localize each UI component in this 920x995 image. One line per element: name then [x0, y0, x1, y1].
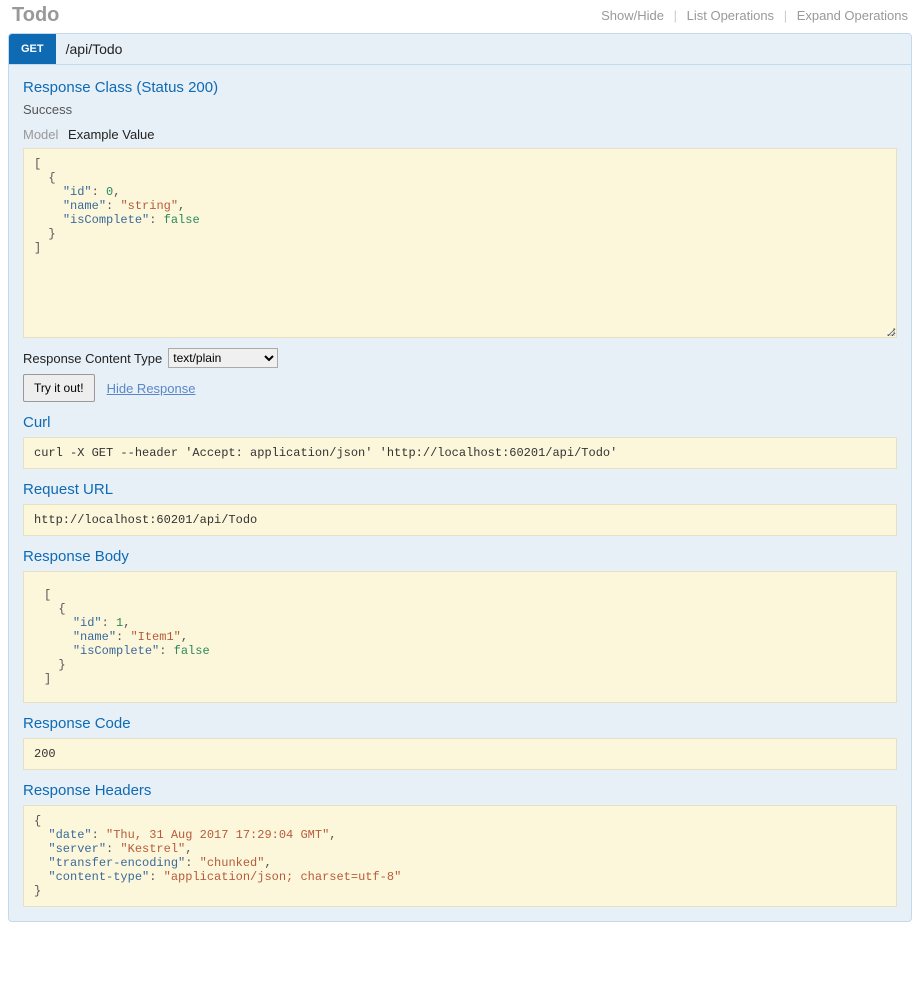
hide-response-link[interactable]: Hide Response	[107, 381, 196, 396]
api-header: Todo Show/Hide | List Operations | Expan…	[8, 0, 912, 33]
response-content-type-row: Response Content Type text/plainapplicat…	[23, 348, 897, 368]
separator: |	[672, 8, 679, 23]
response-body-box: [ { "id": 1, "name": "Item1", "isComplet…	[23, 571, 897, 703]
header-links: Show/Hide | List Operations | Expand Ope…	[597, 8, 912, 23]
request-url-box: http://localhost:60201/api/Todo	[23, 504, 897, 536]
try-actions-row: Try it out! Hide Response	[23, 374, 897, 402]
expand-operations-link[interactable]: Expand Operations	[793, 8, 912, 23]
example-value-box[interactable]: [ { "id": 0, "name": "string", "isComple…	[23, 148, 897, 338]
api-title[interactable]: Todo	[8, 4, 597, 27]
schema-tabs: Model Example Value	[23, 127, 897, 144]
http-method-badge: GET	[9, 34, 56, 64]
response-code-box: 200	[23, 738, 897, 770]
curl-box: curl -X GET --header 'Accept: applicatio…	[23, 437, 897, 469]
separator: |	[782, 8, 789, 23]
operation-path: /api/Todo	[56, 34, 911, 64]
response-code-heading: Response Code	[23, 715, 897, 732]
resize-handle-icon[interactable]	[885, 326, 895, 336]
response-class-heading: Response Class (Status 200)	[23, 79, 897, 96]
response-content-type-select[interactable]: text/plainapplication/jsontext/json	[168, 348, 278, 368]
response-headers-box: { "date": "Thu, 31 Aug 2017 17:29:04 GMT…	[23, 805, 897, 907]
try-it-out-button[interactable]: Try it out!	[23, 374, 95, 402]
show-hide-link[interactable]: Show/Hide	[597, 8, 668, 23]
operation-header[interactable]: GET /api/Todo	[9, 34, 911, 65]
operation-panel: GET /api/Todo Response Class (Status 200…	[8, 33, 912, 922]
curl-heading: Curl	[23, 414, 897, 431]
response-body-heading: Response Body	[23, 548, 897, 565]
response-class-success: Success	[23, 102, 897, 117]
tab-model[interactable]: Model	[23, 127, 64, 144]
tab-example-value[interactable]: Example Value	[68, 127, 160, 144]
response-headers-heading: Response Headers	[23, 782, 897, 799]
list-operations-link[interactable]: List Operations	[683, 8, 778, 23]
response-content-type-label: Response Content Type	[23, 351, 162, 366]
request-url-heading: Request URL	[23, 481, 897, 498]
operation-body: Response Class (Status 200) Success Mode…	[9, 65, 911, 921]
